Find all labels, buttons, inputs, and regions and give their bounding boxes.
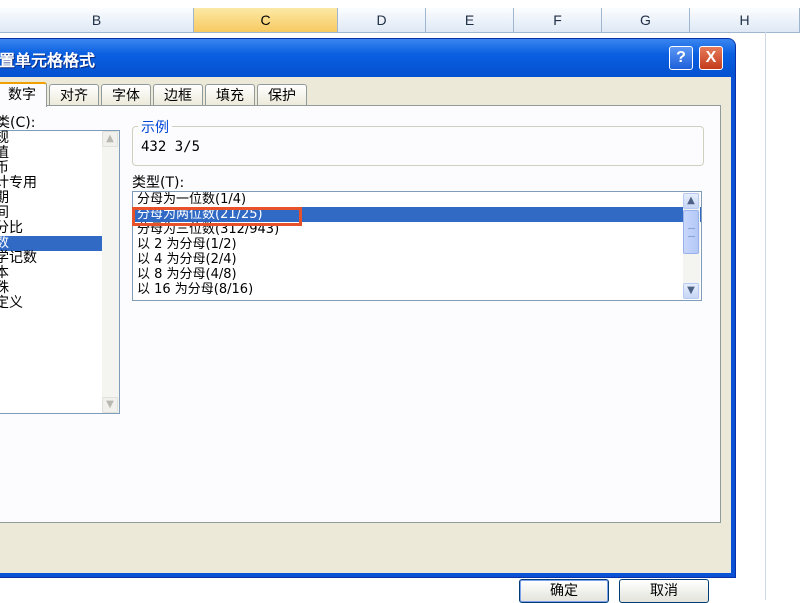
dialog-title: 置单元格格式 bbox=[0, 51, 96, 70]
category-scrollbar[interactable]: ▲ ▼ bbox=[102, 131, 119, 413]
tab-page-number: 类(C): 规 值 币 计专用 期 间 分比 数 学记数 本 殊 定义 ▲ ▼ bbox=[0, 105, 721, 523]
list-item[interactable]: 以 2 为分母(1/2) bbox=[133, 237, 701, 252]
list-item[interactable]: 以 16 为分母(8/16) bbox=[133, 282, 701, 297]
column-header-g[interactable]: G bbox=[602, 8, 690, 32]
help-icon[interactable]: ? bbox=[669, 46, 693, 70]
column-header-h[interactable]: H bbox=[690, 8, 800, 32]
tab-number[interactable]: 数字 bbox=[0, 82, 47, 107]
scroll-thumb[interactable] bbox=[683, 210, 699, 254]
tab-fill[interactable]: 填充 bbox=[205, 84, 255, 106]
scroll-up-icon[interactable]: ▲ bbox=[683, 193, 699, 209]
ok-button[interactable]: 确定 bbox=[519, 579, 609, 603]
category-label: 类(C): bbox=[0, 115, 36, 131]
tab-alignment[interactable]: 对齐 bbox=[49, 84, 99, 106]
category-list[interactable]: 规 值 币 计专用 期 间 分比 数 学记数 本 殊 定义 ▲ ▼ bbox=[0, 130, 120, 414]
column-header-c[interactable]: C bbox=[194, 8, 338, 32]
column-header-d[interactable]: D bbox=[338, 8, 426, 32]
tab-border[interactable]: 边框 bbox=[153, 84, 203, 106]
dialog-body: 数字 对齐 字体 边框 填充 保护 类(C): 规 值 币 计专用 期 间 分比… bbox=[0, 77, 731, 603]
close-icon[interactable]: X bbox=[699, 46, 723, 70]
column-header-b[interactable]: B bbox=[0, 8, 194, 32]
list-item[interactable]: 分母为一位数(1/4) bbox=[133, 192, 701, 207]
list-item[interactable]: 以 8 为分母(4/8) bbox=[133, 267, 701, 282]
sample-group: 示例 432 3/5 bbox=[132, 117, 704, 166]
scroll-down-icon[interactable]: ▼ bbox=[683, 283, 699, 299]
column-header-e[interactable]: E bbox=[426, 8, 514, 32]
sample-value: 432 3/5 bbox=[141, 139, 201, 155]
column-header-bar: B C D E F G H bbox=[0, 8, 800, 33]
tab-strip: 数字 对齐 字体 边框 填充 保护 bbox=[0, 82, 309, 107]
tab-font[interactable]: 字体 bbox=[101, 84, 151, 106]
grid-line bbox=[765, 32, 766, 600]
sample-title: 示例 bbox=[138, 117, 172, 137]
annotation-highlight-box bbox=[132, 207, 302, 226]
list-item[interactable]: 以 4 为分母(2/4) bbox=[133, 252, 701, 267]
dialog-titlebar[interactable]: 置单元格格式 ? X bbox=[0, 39, 735, 77]
format-cells-dialog: 置单元格格式 ? X 数字 对齐 字体 边框 填充 保护 类(C): 规 值 币… bbox=[0, 38, 736, 603]
type-label: 类型(T): bbox=[132, 175, 185, 191]
type-scrollbar[interactable]: ▲ ▼ bbox=[683, 193, 700, 299]
cancel-button[interactable]: 取消 bbox=[619, 579, 709, 603]
scroll-down-icon[interactable]: ▼ bbox=[102, 397, 118, 413]
scroll-up-icon[interactable]: ▲ bbox=[102, 131, 118, 147]
tab-protection[interactable]: 保护 bbox=[257, 84, 307, 106]
column-header-f[interactable]: F bbox=[514, 8, 602, 32]
